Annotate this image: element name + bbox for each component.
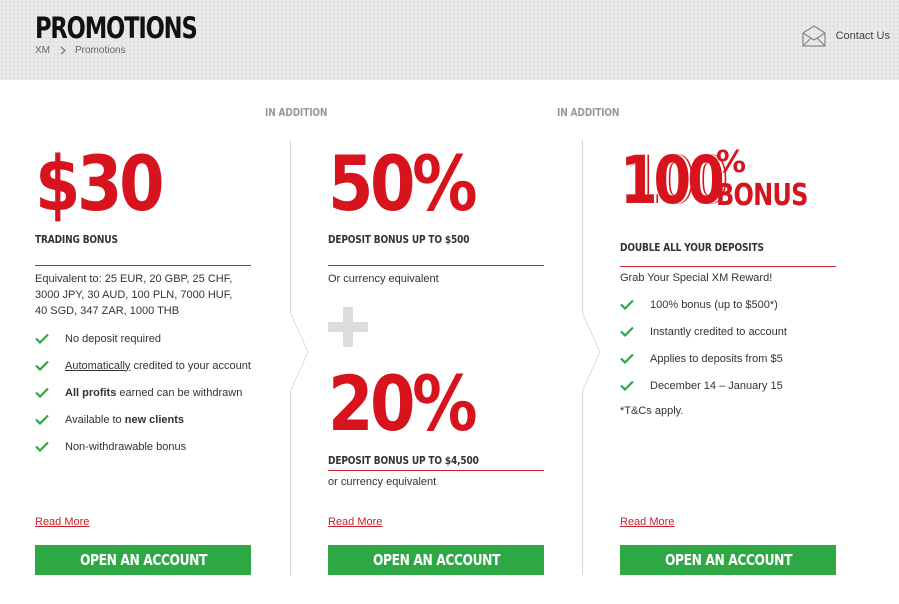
- bonus-subtitle: TRADING BONUS: [35, 233, 118, 246]
- read-more-link[interactable]: Read More: [328, 516, 382, 528]
- breadcrumb-home-link[interactable]: XM: [35, 45, 50, 56]
- bonus-subtitle: DOUBLE ALL YOUR DEPOSITS: [620, 241, 764, 254]
- deposit-bonus-card: 50% DEPOSIT BONUS UP TO $500 Or currency…: [328, 140, 544, 287]
- breadcrumb-current: Promotions: [75, 45, 126, 56]
- bonus-subtitle: DEPOSIT BONUS UP TO $4,500: [328, 454, 479, 467]
- read-more-link[interactable]: Read More: [620, 516, 674, 528]
- chevron-divider-icon: [290, 312, 309, 392]
- envelope-icon: [801, 25, 826, 47]
- equivalent-line: Equivalent to: 25 EUR, 20 GBP, 25 CHF,: [35, 273, 233, 285]
- feature-text: December 14 – January 15: [650, 379, 783, 392]
- list-item: No deposit required: [35, 325, 251, 352]
- feature-text: Non-withdrawable bonus: [65, 440, 187, 453]
- bonus-subtitle: DEPOSIT BONUS UP TO $500: [328, 233, 470, 246]
- divider-rule: [620, 266, 836, 267]
- button-label: OPEN AN ACCOUNT: [664, 551, 792, 569]
- chevron-divider-icon: [582, 312, 601, 392]
- bonus-percent: 20%: [328, 359, 478, 448]
- list-item: Applies to deposits from $5: [620, 345, 836, 372]
- equivalent-line: 40 SGD, 347 ZAR, 1000 THB: [35, 305, 180, 317]
- divider-rule: [35, 265, 251, 266]
- check-icon: [620, 380, 634, 391]
- check-icon: [35, 387, 49, 398]
- contact-us-label: Contact Us: [835, 30, 890, 42]
- contact-us-link[interactable]: Contact Us: [801, 25, 890, 47]
- breadcrumb: XM Promotions: [35, 45, 126, 56]
- feature-text-bold: All profits: [65, 386, 117, 399]
- read-more-link[interactable]: Read More: [35, 516, 89, 528]
- check-icon: [35, 360, 49, 371]
- bonus-amount: $30: [35, 139, 165, 228]
- check-icon: [620, 299, 634, 310]
- button-label: OPEN AN ACCOUNT: [372, 551, 500, 569]
- button-label: OPEN AN ACCOUNT: [79, 551, 207, 569]
- terms-note: *T&Cs apply.: [620, 405, 684, 417]
- check-icon: [620, 326, 634, 337]
- deposit-bonus-card-second: 20% DEPOSIT BONUS UP TO $4,500 or curren…: [328, 364, 544, 490]
- feature-text-underlined: Automatically: [65, 359, 131, 372]
- feature-text: Instantly credited to account: [650, 325, 787, 338]
- equivalent-line: 3000 JPY, 30 AUD, 100 PLN, 7000 HUF,: [35, 289, 233, 301]
- feature-text: Applies to deposits from $5: [650, 352, 783, 365]
- list-item: Instantly credited to account: [620, 318, 836, 345]
- list-item: Available to new clients: [35, 406, 251, 433]
- open-account-button[interactable]: OPEN AN ACCOUNT: [35, 545, 251, 575]
- list-item: December 14 – January 15: [620, 372, 836, 399]
- currency-note: Or currency equivalent: [328, 273, 439, 285]
- feature-text-bold: new clients: [124, 413, 185, 426]
- bonus-percent: 50%: [328, 139, 478, 228]
- currency-note: or currency equivalent: [328, 476, 437, 488]
- in-addition-label: IN ADDITION: [265, 106, 328, 119]
- in-addition-label: IN ADDITION: [557, 106, 620, 119]
- intro-text: Grab Your Special XM Reward!: [620, 272, 773, 284]
- feature-text: earned can be withdrawn: [116, 386, 243, 399]
- divider-rule: [328, 265, 544, 266]
- divider-rule: [328, 470, 544, 471]
- trading-bonus-card: $30 TRADING BONUS Equivalent to: 25 EUR,…: [35, 140, 251, 460]
- page-header: PROMOTIONS XM Promotions Contact Us: [0, 0, 899, 80]
- feature-text: 100% bonus (up to $500*): [650, 298, 778, 311]
- feature-list: 100% bonus (up to $500*) Instantly credi…: [620, 291, 836, 399]
- chevron-right-icon: [60, 46, 66, 55]
- feature-text: credited to your account: [130, 359, 251, 372]
- check-icon: [35, 333, 49, 344]
- plus-icon: [328, 307, 368, 347]
- check-icon: [620, 353, 634, 364]
- open-account-button[interactable]: OPEN AN ACCOUNT: [328, 545, 544, 575]
- percent-sign: %: [716, 145, 747, 180]
- list-item: Non-withdrawable bonus: [35, 433, 251, 460]
- list-item: Automatically credited to your account: [35, 352, 251, 379]
- hundred-percent-bonus-logo: 100 % BONUS: [620, 140, 836, 216]
- double-deposit-card: 100 % BONUS DOUBLE ALL YOUR DEPOSITS Gra…: [620, 140, 836, 419]
- check-icon: [35, 414, 49, 425]
- list-item: 100% bonus (up to $500*): [620, 291, 836, 318]
- currency-equivalents: Equivalent to: 25 EUR, 20 GBP, 25 CHF, 3…: [35, 271, 251, 319]
- bonus-word: BONUS: [716, 178, 808, 213]
- check-icon: [35, 441, 49, 452]
- feature-list: No deposit required Automatically credit…: [35, 325, 251, 460]
- list-item: All profits earned can be withdrawn: [35, 379, 251, 406]
- feature-text: No deposit required: [65, 332, 162, 345]
- bonus-number: 100: [620, 142, 725, 219]
- open-account-button[interactable]: OPEN AN ACCOUNT: [620, 545, 836, 575]
- feature-text: Available to: [65, 413, 125, 426]
- page-title: PROMOTIONS: [35, 11, 198, 45]
